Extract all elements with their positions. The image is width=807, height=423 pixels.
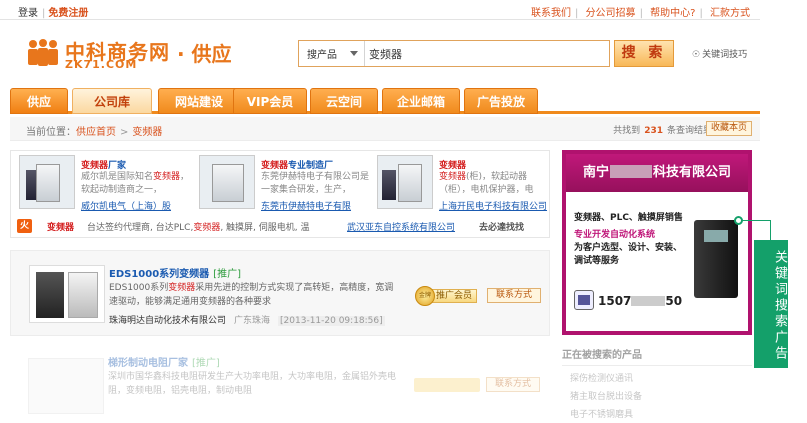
account-links: 登录 | 免费注册 xyxy=(18,8,89,19)
site-logo[interactable]: 中科商务网 ZK71.COM · 供应 xyxy=(25,36,240,72)
hot-search-panel: 正在被搜索的产品 探伤检测仪通讯 猪主取台脱出设备 电子不锈钢磨具 xyxy=(562,346,752,420)
hot-search-item[interactable]: 探伤检测仪通讯 xyxy=(562,371,752,384)
featured-desc: 东莞伊赫特电子有限公司是一家集合研发，生产， xyxy=(261,172,370,195)
featured-desc: 变频器(柜)，软起动器（柜），电机保护器，电 xyxy=(439,172,534,195)
hot-keyword-link[interactable]: 变频器 xyxy=(47,220,74,233)
tab-company-library[interactable]: 公司库 xyxy=(72,88,152,114)
main-nav: 供应 公司库 网站建设 VIP会员 云空间 企业邮箱 广告投放 xyxy=(10,88,760,114)
tab-enterprise-mail[interactable]: 企业邮箱 xyxy=(382,88,460,114)
login-link[interactable]: 登录 xyxy=(18,8,38,19)
hot-keyword-desc: 台达签约代理商, 台达PLC,变频器, 触摸屏, 伺服电机, 温 xyxy=(87,223,310,233)
contact-button[interactable]: 联系方式 xyxy=(487,288,541,303)
redacted-block xyxy=(631,296,666,306)
phone-icon xyxy=(574,290,594,310)
tab-vip-member[interactable]: VIP会员 xyxy=(233,88,307,114)
listing-company: 珠海明达自动化技术有限公司 广东珠海 [2013-11-20 09:18:56] xyxy=(109,313,385,326)
tab-website-building[interactable]: 网站建设 xyxy=(158,88,240,114)
ad-line-services: 为客户选型、设计、安装、调试等服务 xyxy=(574,243,683,266)
ad-phone: 1507 50 xyxy=(598,294,683,308)
tab-advertising[interactable]: 广告投放 xyxy=(464,88,538,114)
contact-button[interactable]: 联系方式 xyxy=(486,377,540,392)
search-category-label: 搜产品 xyxy=(307,50,337,61)
ad-company-name: 南宁 科技有限公司 xyxy=(566,154,748,192)
ad-line-products: 变频器、PLC、触摸屏销售 xyxy=(574,213,683,223)
result-count: 共找到 231 条查询结果 xyxy=(613,126,712,136)
featured-title[interactable]: 变频器厂家 xyxy=(81,158,126,171)
search-button[interactable]: 搜 索 xyxy=(614,40,674,67)
listing-desc: 深圳市国华鑫科技电阻研发生产大功率电阻，大功率电阻，金属铝外壳电阻，变频电阻，铝… xyxy=(108,372,397,396)
top-bar: 登录 | 免费注册 联系我们 | 分公司招募 | 帮助中心? | 汇款方式 xyxy=(0,0,760,20)
chevron-down-icon xyxy=(350,51,358,56)
featured-desc: 威尔凯是国际知名变频器，软起动制造商之一， xyxy=(81,172,190,195)
tab-supply[interactable]: 供应 xyxy=(10,88,68,114)
featured-title[interactable]: 变频器专业制造厂 xyxy=(261,158,333,171)
featured-title[interactable]: 变频器 xyxy=(439,158,466,171)
product-image[interactable] xyxy=(28,358,104,414)
ad-line-specialty: 专业开发自动化系统 xyxy=(574,230,656,240)
keyword-ad-callout: 关键词搜索广告 xyxy=(754,240,788,368)
featured-company-link[interactable]: 上海开民电子科技有限公司 xyxy=(439,199,547,212)
gold-member-badge: 推广会员 金牌 xyxy=(415,286,481,306)
featured-item[interactable]: 变频器专业制造厂 东莞伊赫特电子有限公司是一家集合研发，生产， 东莞市伊赫特电子… xyxy=(199,155,374,213)
hot-search-title: 正在被搜索的产品 xyxy=(562,346,752,366)
register-link[interactable]: 免费注册 xyxy=(48,8,88,19)
inverter-product-image xyxy=(694,220,738,298)
breadcrumb: 当前位置：供应首页 > 变频器 xyxy=(26,123,162,138)
contact-us-link[interactable]: 联系我们 xyxy=(531,8,571,19)
gold-member-badge xyxy=(414,378,480,392)
search-category-select[interactable]: 搜产品 xyxy=(299,41,365,66)
breadcrumb-current[interactable]: 变频器 xyxy=(132,127,162,138)
hot-keyword-row: 火 变频器 台达签约代理商, 台达PLC,变频器, 触摸屏, 伺服电机, 温 武… xyxy=(17,219,545,235)
product-image[interactable] xyxy=(19,155,75,209)
gold-medal-icon: 金牌 xyxy=(415,286,435,306)
lightbulb-icon: ☉ xyxy=(692,50,701,60)
product-image[interactable] xyxy=(29,265,105,323)
find-more-link[interactable]: 去必達找找 xyxy=(479,220,524,233)
product-image[interactable] xyxy=(199,155,255,209)
search-input[interactable] xyxy=(369,44,605,63)
listing-title-link[interactable]: 梯形制动电阻厂家 [推广] xyxy=(108,354,220,369)
featured-item[interactable]: 变频器厂家 威尔凯是国际知名变频器，软起动制造商之一， 威尔凯电气（上海）股 xyxy=(19,155,194,213)
list-item: 梯形制动电阻厂家 [推广] 深圳市国华鑫科技电阻研发生产大功率电阻，大功率电阻，金… xyxy=(10,344,550,423)
tab-cloud-space[interactable]: 云空间 xyxy=(310,88,378,114)
featured-item[interactable]: 变频器 变频器(柜)，软起动器（柜），电机保护器，电 上海开民电子科技有限公司 xyxy=(377,155,552,213)
listing-timestamp: [2013-11-20 09:18:56] xyxy=(278,316,385,326)
branch-recruit-link[interactable]: 分公司招募 xyxy=(586,8,636,19)
member-badge-label: 推广会员 xyxy=(431,289,478,303)
logo-text-en: ZK71.COM xyxy=(65,58,138,71)
breadcrumb-prefix: 当前位置： xyxy=(26,127,76,138)
search-box: 搜产品 xyxy=(298,40,610,67)
list-item: EDS1000系列变频器 [推广] EDS1000系列变频器采用先进的控制方式实现… xyxy=(10,250,550,336)
keyword-tips-label: 关键词技巧 xyxy=(702,50,748,60)
keyword-tips-link[interactable]: ☉ 关键词技巧 xyxy=(692,47,747,60)
fire-badge-icon: 火 xyxy=(17,219,33,233)
redacted-block xyxy=(610,165,652,178)
listing-company-link[interactable]: 珠海明达自动化技术有限公司 xyxy=(109,316,226,326)
listing-desc: EDS1000系列变频器采用先进的控制方式实现了高转矩，高精度，宽调速驱动，能够… xyxy=(109,283,394,307)
listing-location: 广东珠海 xyxy=(234,316,271,326)
listing-title-link[interactable]: EDS1000系列变频器 [推广] xyxy=(109,265,241,280)
keyword-ad-banner[interactable]: 南宁 科技有限公司 变频器、PLC、触摸屏销售 专业开发自动化系统 为客户选型、设… xyxy=(562,150,752,335)
callout-dot xyxy=(734,216,743,225)
breadcrumb-home-link[interactable]: 供应首页 xyxy=(76,127,116,138)
remittance-link[interactable]: 汇款方式 xyxy=(710,8,750,19)
hot-keyword-company-link[interactable]: 武汉亚东自控系统有限公司 xyxy=(347,220,455,233)
result-count-number: 231 xyxy=(644,126,663,136)
hot-search-item[interactable]: 猪主取台脱出设备 xyxy=(562,389,752,402)
logo-section-label: · 供应 xyxy=(177,42,232,66)
callout-connector xyxy=(770,220,771,240)
help-center-link[interactable]: 帮助中心? xyxy=(650,8,695,19)
promo-tag: [推广] xyxy=(192,358,220,369)
top-links: 联系我们 | 分公司招募 | 帮助中心? | 汇款方式 xyxy=(531,8,750,19)
breadcrumb-bar: 当前位置：供应首页 > 变频器 共找到 231 条查询结果 收藏本页 xyxy=(10,117,760,141)
bookmark-page-button[interactable]: 收藏本页 xyxy=(705,121,752,136)
featured-company-link[interactable]: 威尔凯电气（上海）股 xyxy=(81,199,171,212)
hot-search-item[interactable]: 电子不锈钢磨具 xyxy=(562,407,752,420)
featured-products: 变频器厂家 威尔凯是国际知名变频器，软起动制造商之一， 威尔凯电气（上海）股 变… xyxy=(10,150,550,238)
logo-people-icon xyxy=(28,39,58,66)
breadcrumb-separator: > xyxy=(120,127,129,138)
product-image[interactable] xyxy=(377,155,433,209)
promo-tag: [推广] xyxy=(213,269,241,280)
featured-company-link[interactable]: 东莞市伊赫特电子有限 xyxy=(261,199,351,212)
